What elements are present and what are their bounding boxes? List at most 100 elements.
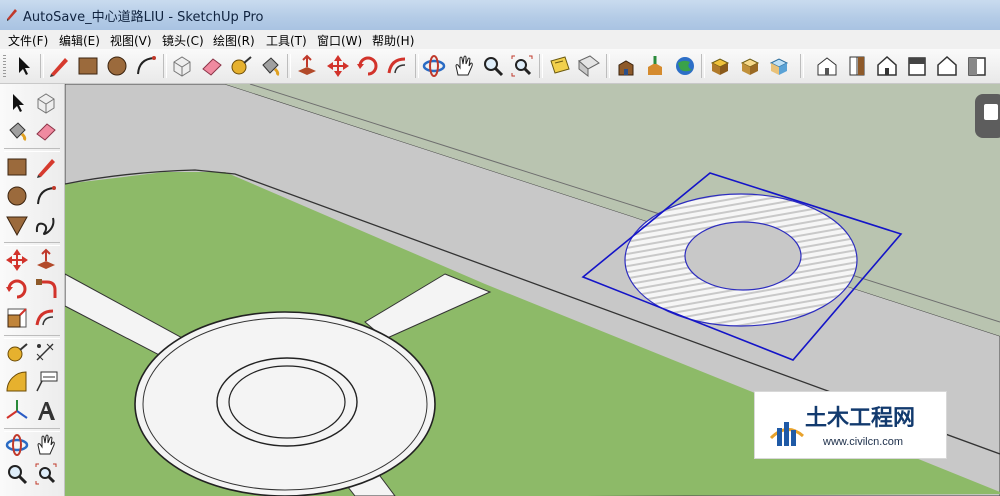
menu-window[interactable]: 窗口(W): [317, 32, 362, 49]
eraser-tool-button[interactable]: [33, 118, 59, 144]
3d-text-icon: [38, 402, 55, 420]
walkthrough-position-camera-button[interactable]: [547, 53, 573, 79]
orbit-icon: [5, 434, 29, 456]
selected-ring-inner[interactable]: [684, 221, 802, 291]
iso-view-button[interactable]: [814, 53, 840, 79]
warehouse-icon: [618, 60, 634, 76]
move-icon: [6, 249, 28, 271]
position-camera-icon: [550, 56, 570, 74]
push-pull-button[interactable]: [33, 247, 59, 273]
make-component-button[interactable]: [33, 90, 59, 116]
house-iso-icon: [817, 57, 837, 76]
circle-icon: [7, 186, 27, 206]
select-tool-button[interactable]: [10, 53, 36, 79]
zoom-button[interactable]: [480, 53, 506, 79]
offset-tool-button[interactable]: [33, 305, 59, 331]
house-left-icon: [968, 57, 986, 76]
outliner-button[interactable]: [708, 53, 734, 79]
menu-draw[interactable]: 绘图(R): [213, 32, 255, 49]
toolbar-separator: [4, 242, 60, 246]
left-view-button[interactable]: [964, 53, 990, 79]
google-earth-button[interactable]: [672, 53, 698, 79]
arc-tool-button[interactable]: [33, 183, 59, 209]
right-view-button[interactable]: [904, 53, 930, 79]
push-pull-icon: [298, 54, 316, 75]
rectangle-icon: [7, 158, 27, 176]
dimension-tool-button[interactable]: [33, 340, 59, 366]
front-view-button[interactable]: [874, 53, 900, 79]
polygon-icon: [6, 216, 28, 237]
share-component-button[interactable]: [642, 53, 668, 79]
toolbar-separator: [287, 54, 291, 78]
zoom-extents-button[interactable]: [33, 461, 59, 487]
orbit-button[interactable]: [4, 432, 30, 458]
scale-tool-button[interactable]: [4, 305, 30, 331]
pan-button[interactable]: [451, 53, 477, 79]
eraser-tool-button[interactable]: [199, 53, 225, 79]
tape-measure-button[interactable]: [4, 340, 30, 366]
get-models-button[interactable]: [613, 53, 639, 79]
tape-measure-button[interactable]: [228, 53, 254, 79]
zoom-button[interactable]: [4, 461, 30, 487]
circle-tool-button[interactable]: [4, 183, 30, 209]
zoom-extents-button[interactable]: [509, 53, 535, 79]
line-tool-button[interactable]: [46, 53, 72, 79]
circle-tool-button[interactable]: [104, 53, 130, 79]
make-component-button[interactable]: [169, 53, 195, 79]
text-tool-button[interactable]: [33, 369, 59, 395]
follow-me-button[interactable]: [33, 276, 59, 302]
select-tool-button[interactable]: [4, 90, 30, 116]
materials-button[interactable]: [738, 53, 764, 79]
polygon-tool-button[interactable]: [4, 212, 30, 238]
component-icon: [37, 93, 55, 114]
toolbar-separator: [4, 335, 60, 339]
orbit-button[interactable]: [421, 53, 447, 79]
menu-camera[interactable]: 镜头(C): [162, 32, 204, 49]
push-pull-button[interactable]: [294, 53, 320, 79]
look-around-button[interactable]: [576, 53, 602, 79]
dimension-icon: [36, 343, 54, 361]
menu-help[interactable]: 帮助(H): [372, 32, 414, 49]
rotate-tool-button[interactable]: [4, 276, 30, 302]
house-back-icon: [937, 55, 957, 76]
house-top-icon: [849, 56, 865, 76]
styles-button[interactable]: [767, 53, 793, 79]
top-view-button[interactable]: [844, 53, 870, 79]
toolbar-separator: [415, 54, 419, 78]
toolbar-separator: [40, 54, 44, 78]
rotate-tool-button[interactable]: [355, 53, 381, 79]
move-tool-button[interactable]: [4, 247, 30, 273]
rectangle-tool-button[interactable]: [75, 53, 101, 79]
menu-edit[interactable]: 编辑(E): [59, 32, 100, 49]
move-tool-button[interactable]: [325, 53, 351, 79]
menu-view[interactable]: 视图(V): [110, 32, 152, 49]
toolbar-separator: [800, 54, 804, 78]
menu-tools[interactable]: 工具(T): [266, 32, 307, 49]
rotate-icon: [6, 279, 27, 299]
protractor-tool-button[interactable]: [4, 369, 30, 395]
pencil-icon: [37, 159, 55, 178]
scale-icon: [7, 308, 27, 328]
freehand-tool-button[interactable]: [33, 212, 59, 238]
paint-bucket-button[interactable]: [4, 118, 30, 144]
zoom-extents-icon: [511, 55, 533, 77]
back-view-button[interactable]: [934, 53, 960, 79]
arc-tool-button[interactable]: [133, 53, 159, 79]
line-tool-button[interactable]: [33, 154, 59, 180]
paint-bucket-button[interactable]: [257, 53, 283, 79]
watermark-logo: 土木工程网 www.civilcn.com: [754, 391, 947, 459]
tape-measure-icon: [7, 343, 28, 362]
rectangle-tool-button[interactable]: [4, 154, 30, 180]
window-title: AutoSave_中心道路LIU - SketchUp Pro: [23, 10, 264, 25]
axes-tool-button[interactable]: [4, 398, 30, 424]
select-arrow-icon: [13, 94, 24, 112]
pan-button[interactable]: [33, 432, 59, 458]
menu-file[interactable]: 文件(F): [8, 32, 48, 49]
toolbar-grip[interactable]: [3, 55, 6, 77]
civilcn-logo-icon: [769, 422, 804, 446]
pencil-icon: [50, 58, 68, 77]
paint-bucket-icon: [9, 122, 27, 142]
offset-tool-button[interactable]: [385, 53, 411, 79]
3d-text-tool-button[interactable]: [33, 398, 59, 424]
text-label-icon: [36, 371, 58, 392]
